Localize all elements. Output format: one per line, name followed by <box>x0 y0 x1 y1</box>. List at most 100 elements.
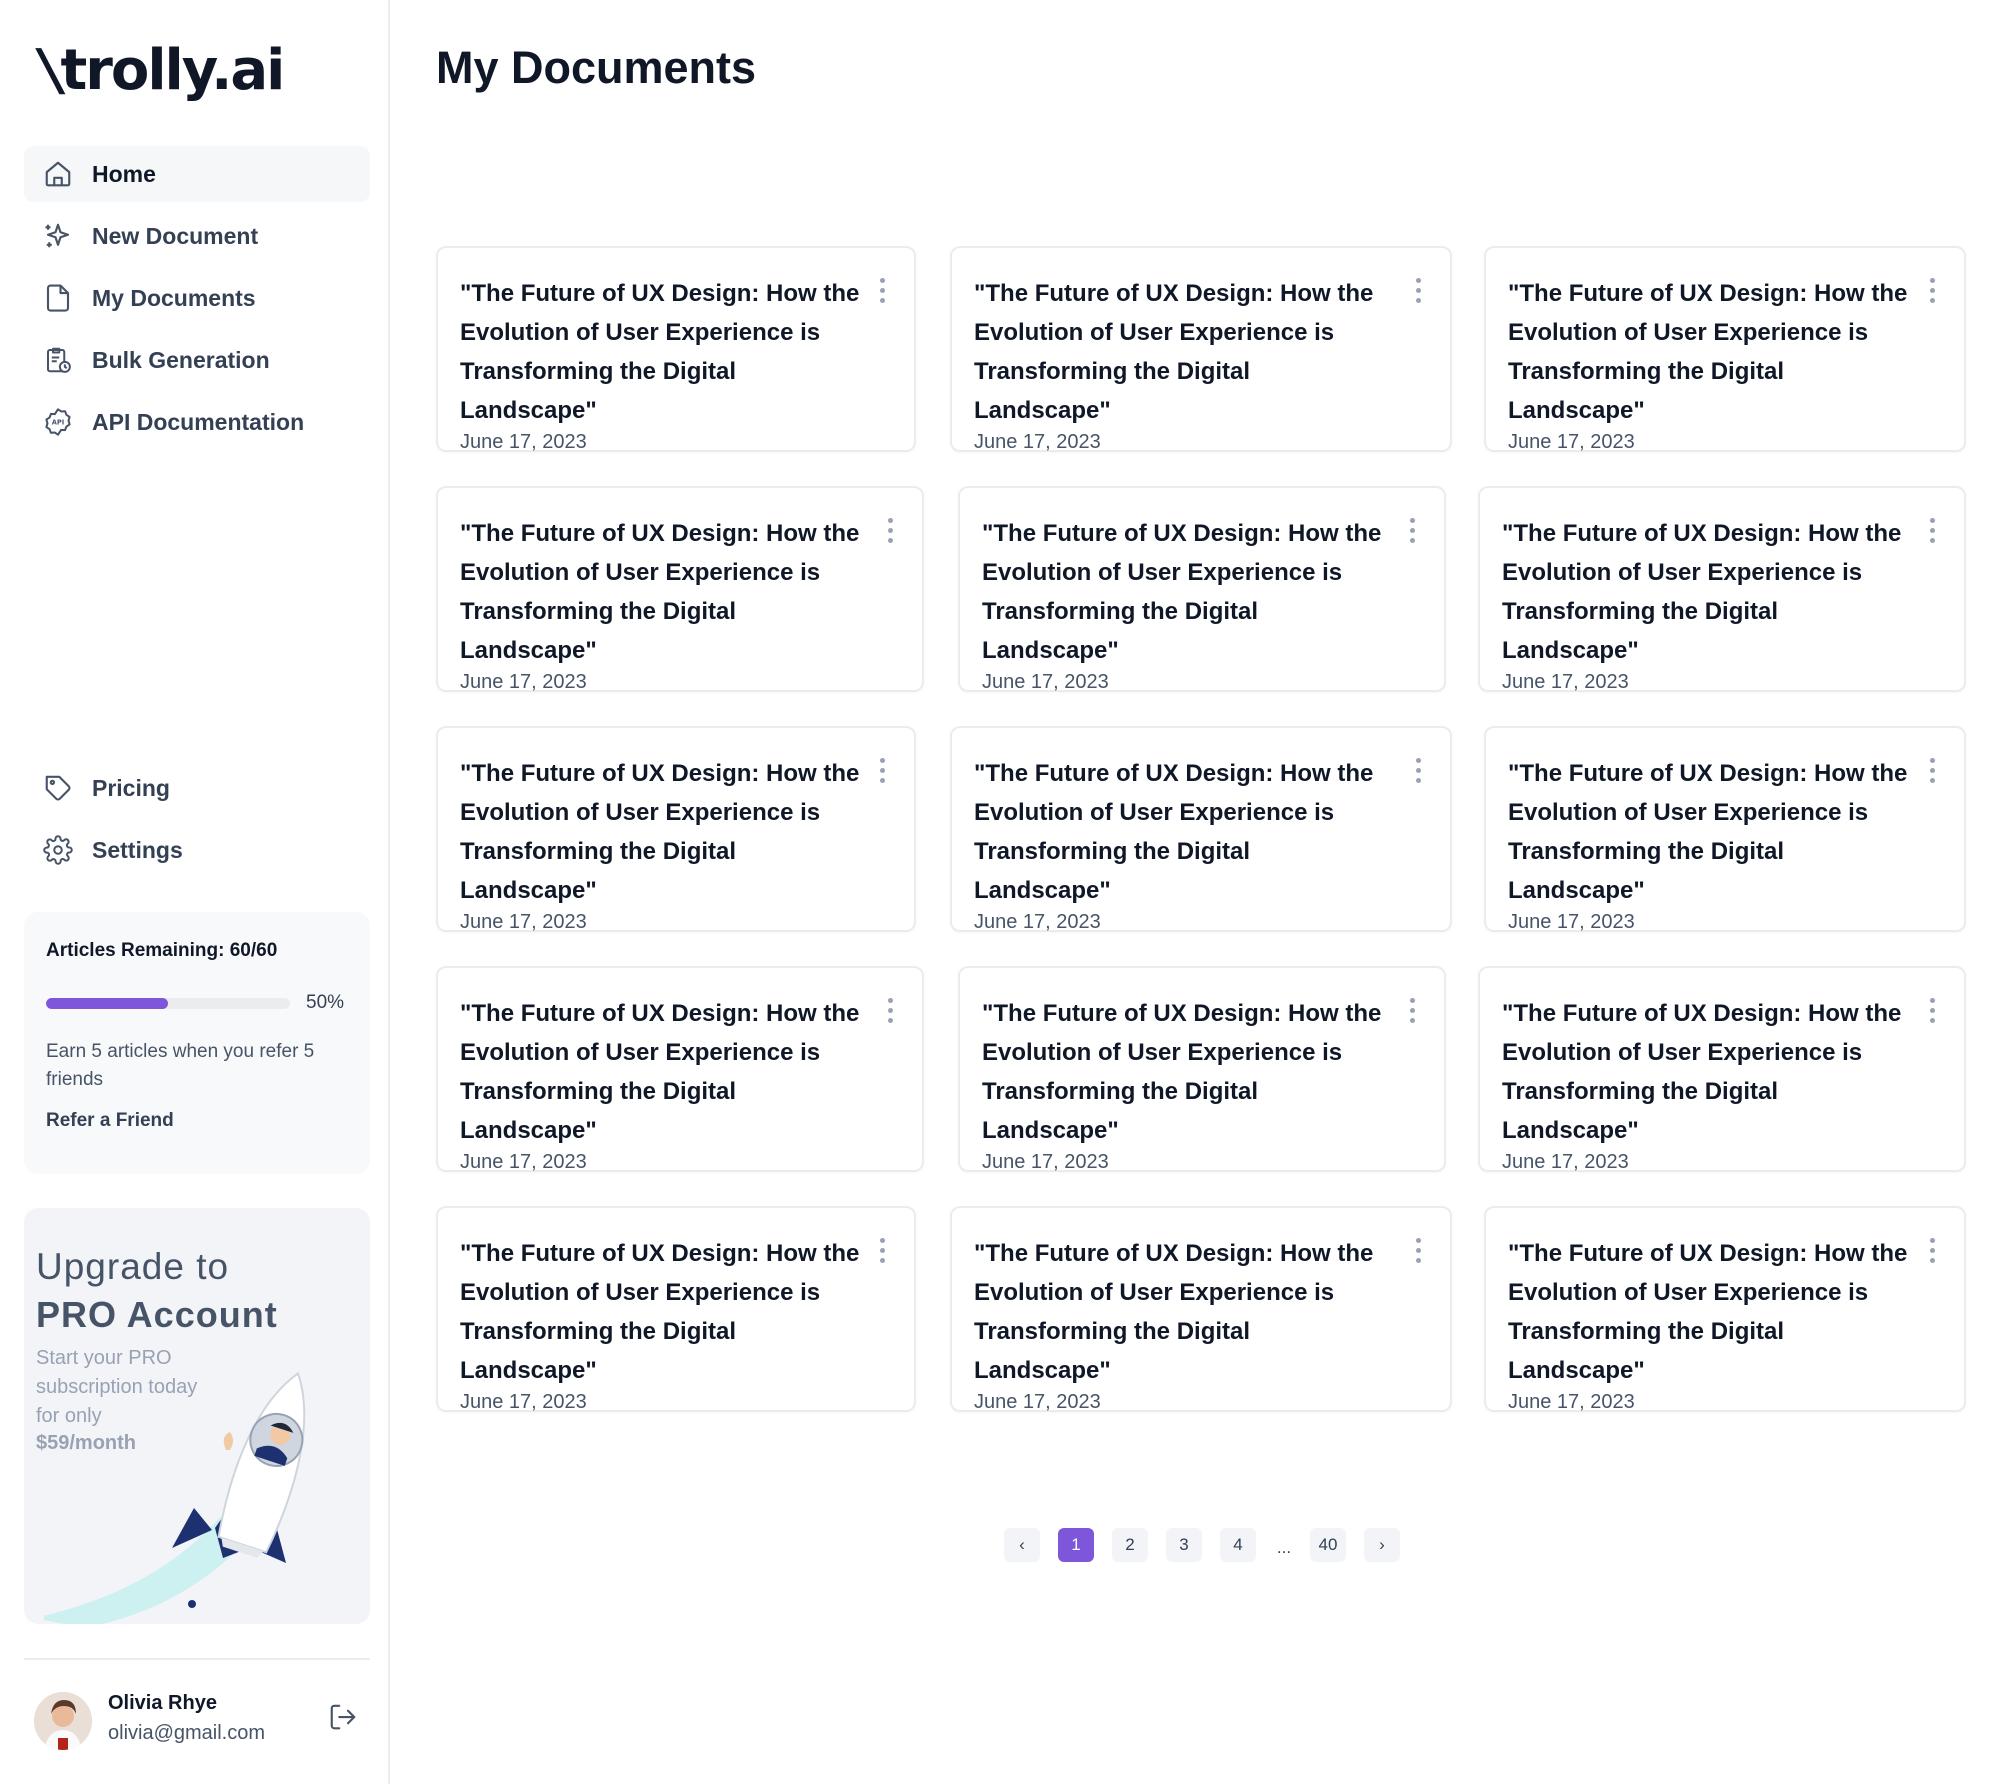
document-card[interactable]: "The Future of UX Design: How the Evolut… <box>1484 1206 1966 1413</box>
more-options-icon[interactable] <box>1412 1238 1424 1264</box>
sidebar-item-api-documentation[interactable]: API API Documentation <box>24 394 370 450</box>
more-options-icon[interactable] <box>884 998 896 1024</box>
more-options-icon[interactable] <box>1926 1238 1938 1264</box>
document-title: "The Future of UX Design: How the Evolut… <box>974 1240 1374 1384</box>
document-title: "The Future of UX Design: How the Evolut… <box>974 760 1374 904</box>
document-date: June 17, 2023 <box>982 671 1109 693</box>
more-options-icon[interactable] <box>1406 998 1418 1024</box>
progress-fill <box>46 997 168 1009</box>
pagination-page-2[interactable]: 2 <box>1112 1528 1148 1562</box>
document-title: "The Future of UX Design: How the Evolut… <box>460 280 860 424</box>
document-title: "The Future of UX Design: How the Evolut… <box>1508 760 1908 904</box>
document-date: June 17, 2023 <box>1502 671 1629 693</box>
document-card[interactable]: "The Future of UX Design: How the Evolut… <box>436 486 924 693</box>
sidebar-item-home[interactable]: Home <box>24 146 370 202</box>
upgrade-promo-card[interactable]: Upgrade to PRO Account Start your PRO su… <box>24 1208 370 1624</box>
more-options-icon[interactable] <box>884 518 896 544</box>
primary-nav: Home New Document My Documents Bulk Gene… <box>24 146 370 456</box>
avatar[interactable] <box>34 1692 92 1750</box>
logout-icon[interactable] <box>328 1702 360 1734</box>
pagination-page-4[interactable]: 4 <box>1220 1528 1256 1562</box>
secondary-nav: Pricing Settings <box>24 760 370 884</box>
brand-logo[interactable]: \trolly.ai <box>33 38 285 103</box>
document-card[interactable]: "The Future of UX Design: How the Evolut… <box>436 246 916 453</box>
document-date: June 17, 2023 <box>460 911 587 933</box>
more-options-icon[interactable] <box>876 278 888 304</box>
sidebar-item-new-document[interactable]: New Document <box>24 208 370 264</box>
sidebar-item-label: API Documentation <box>92 408 305 435</box>
pagination-page-1[interactable]: 1 <box>1058 1528 1094 1562</box>
more-options-icon[interactable] <box>1412 758 1424 784</box>
sidebar-item-bulk-generation[interactable]: Bulk Generation <box>24 332 370 388</box>
document-card[interactable]: "The Future of UX Design: How the Evolut… <box>1484 726 1966 933</box>
document-date: June 17, 2023 <box>974 431 1101 453</box>
document-date: June 17, 2023 <box>460 1151 587 1173</box>
document-card[interactable]: "The Future of UX Design: How the Evolut… <box>436 966 924 1173</box>
document-card[interactable]: "The Future of UX Design: How the Evolut… <box>958 486 1446 693</box>
more-options-icon[interactable] <box>1412 278 1424 304</box>
document-card[interactable]: "The Future of UX Design: How the Evolut… <box>950 726 1452 933</box>
upgrade-heading: Upgrade to <box>36 1246 230 1287</box>
more-options-icon[interactable] <box>1926 998 1938 1024</box>
pagination-page-last[interactable]: 40 <box>1310 1528 1346 1562</box>
sidebar-item-settings[interactable]: Settings <box>24 822 370 878</box>
more-options-icon[interactable] <box>1926 518 1938 544</box>
pagination-next-button[interactable]: › <box>1364 1528 1400 1562</box>
upgrade-heading-bold: PRO Account <box>36 1294 278 1335</box>
document-title: "The Future of UX Design: How the Evolut… <box>460 520 860 664</box>
referral-description: Earn 5 articles when you refer 5 friends <box>46 1041 315 1090</box>
document-date: June 17, 2023 <box>1508 431 1635 453</box>
document-card[interactable]: "The Future of UX Design: How the Evolut… <box>1478 486 1966 693</box>
document-title: "The Future of UX Design: How the Evolut… <box>982 520 1382 664</box>
usage-progress: 50% <box>46 992 348 1014</box>
document-card[interactable]: "The Future of UX Design: How the Evolut… <box>1478 966 1966 1173</box>
document-title: "The Future of UX Design: How the Evolut… <box>974 280 1374 424</box>
more-options-icon[interactable] <box>876 758 888 784</box>
document-date: June 17, 2023 <box>460 1391 587 1413</box>
pagination-prev-button[interactable]: ‹ <box>1004 1528 1040 1562</box>
pagination-ellipsis: ... <box>1276 1538 1292 1557</box>
document-title: "The Future of UX Design: How the Evolut… <box>460 760 860 904</box>
profile-name: Olivia Rhye <box>108 1692 217 1714</box>
sidebar: \trolly.ai Home New Document My Document… <box>0 0 390 1784</box>
sidebar-item-pricing[interactable]: Pricing <box>24 760 370 816</box>
pagination-page-3[interactable]: 3 <box>1166 1528 1202 1562</box>
more-options-icon[interactable] <box>876 1238 888 1264</box>
sidebar-item-label: My Documents <box>92 284 256 311</box>
more-options-icon[interactable] <box>1406 518 1418 544</box>
document-date: June 17, 2023 <box>460 431 587 453</box>
document-title: "The Future of UX Design: How the Evolut… <box>460 1000 860 1144</box>
document-card[interactable]: "The Future of UX Design: How the Evolut… <box>436 1206 916 1413</box>
sidebar-item-my-documents[interactable]: My Documents <box>24 270 370 326</box>
gear-icon <box>42 834 74 866</box>
articles-remaining-label: Articles Remaining: 60/60 <box>46 940 278 961</box>
document-date: June 17, 2023 <box>974 911 1101 933</box>
usage-card: Articles Remaining: 60/60 50% Earn 5 art… <box>24 912 370 1174</box>
api-badge-icon: API <box>42 406 74 438</box>
profile-divider <box>24 1658 370 1660</box>
document-date: June 17, 2023 <box>460 671 587 693</box>
sidebar-item-label: Bulk Generation <box>92 346 270 373</box>
document-card[interactable]: "The Future of UX Design: How the Evolut… <box>950 1206 1452 1413</box>
document-card[interactable]: "The Future of UX Design: How the Evolut… <box>436 726 916 933</box>
document-date: June 17, 2023 <box>974 1391 1101 1413</box>
progress-percent: 50% <box>306 992 345 1013</box>
progress-track <box>46 997 290 1009</box>
sidebar-item-label: Settings <box>92 836 183 863</box>
rocket-illustration-icon <box>44 1371 306 1624</box>
more-options-icon[interactable] <box>1926 278 1938 304</box>
sidebar-item-label: Pricing <box>92 774 170 801</box>
document-icon <box>42 282 74 314</box>
svg-text:API: API <box>52 419 65 427</box>
document-card[interactable]: "The Future of UX Design: How the Evolut… <box>950 246 1452 453</box>
more-options-icon[interactable] <box>1926 758 1938 784</box>
sidebar-item-label: Home <box>92 160 156 187</box>
tag-icon <box>42 772 74 804</box>
refer-friend-link[interactable]: Refer a Friend <box>46 1110 174 1132</box>
document-title: "The Future of UX Design: How the Evolut… <box>1508 280 1908 424</box>
document-card[interactable]: "The Future of UX Design: How the Evolut… <box>958 966 1446 1173</box>
document-date: June 17, 2023 <box>1508 911 1635 933</box>
clipboard-clock-icon <box>42 344 74 376</box>
document-card[interactable]: "The Future of UX Design: How the Evolut… <box>1484 246 1966 453</box>
page-title: My Documents <box>436 42 757 93</box>
